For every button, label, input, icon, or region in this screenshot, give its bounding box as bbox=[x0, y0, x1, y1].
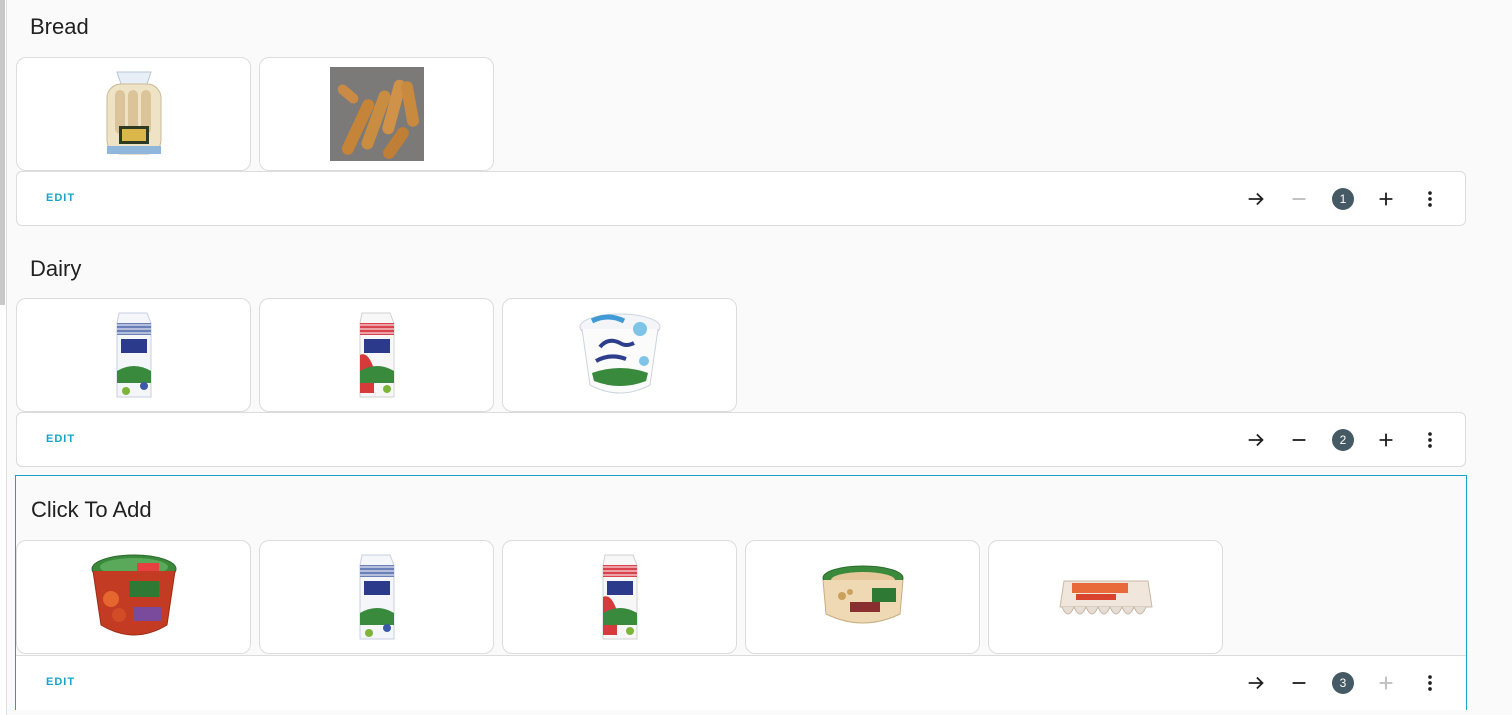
plus-icon[interactable] bbox=[1373, 427, 1399, 453]
more-vert-icon[interactable] bbox=[1417, 186, 1443, 212]
section-dairy: Dairy EDIT 2 bbox=[15, 242, 1467, 469]
section-action-bar: EDIT 3 bbox=[16, 655, 1466, 710]
minus-icon[interactable] bbox=[1286, 427, 1312, 453]
milk-carton-red-image bbox=[359, 312, 394, 398]
product-tile[interactable] bbox=[16, 57, 251, 171]
product-tile[interactable] bbox=[259, 540, 494, 654]
egg-carton-image bbox=[1058, 580, 1153, 615]
product-tile[interactable] bbox=[502, 298, 737, 412]
section-title: Click To Add bbox=[31, 497, 152, 522]
edit-button[interactable]: EDIT bbox=[46, 676, 75, 688]
edit-button[interactable]: EDIT bbox=[46, 192, 75, 204]
product-tile[interactable] bbox=[16, 540, 251, 654]
section-action-bar: EDIT 2 bbox=[16, 412, 1466, 467]
more-vert-icon[interactable] bbox=[1417, 427, 1443, 453]
more-vert-icon[interactable] bbox=[1417, 670, 1443, 696]
bread-bag-image bbox=[106, 71, 161, 155]
product-tile[interactable] bbox=[259, 298, 494, 412]
quantity-badge: 2 bbox=[1332, 429, 1354, 451]
plus-icon[interactable] bbox=[1373, 186, 1399, 212]
product-tile[interactable] bbox=[502, 540, 737, 654]
milk-carton-blue-image bbox=[359, 554, 394, 640]
minus-icon[interactable] bbox=[1286, 186, 1312, 212]
section-title: Dairy bbox=[30, 256, 82, 281]
arrow-forward-icon[interactable] bbox=[1243, 186, 1269, 212]
quantity-badge: 3 bbox=[1332, 672, 1354, 694]
product-tile[interactable] bbox=[259, 57, 494, 171]
section-bread: Bread EDIT 1 bbox=[15, 0, 1467, 227]
arrow-forward-icon[interactable] bbox=[1243, 427, 1269, 453]
milk-carton-blue-image bbox=[116, 312, 151, 398]
quantity-badge: 1 bbox=[1332, 188, 1354, 210]
section-action-bar: EDIT 1 bbox=[16, 171, 1466, 226]
arrow-forward-icon[interactable] bbox=[1243, 670, 1269, 696]
section-title: Bread bbox=[30, 14, 89, 39]
product-tile[interactable] bbox=[745, 540, 980, 654]
edit-button[interactable]: EDIT bbox=[46, 433, 75, 445]
product-tile[interactable] bbox=[16, 298, 251, 412]
plus-icon[interactable] bbox=[1373, 670, 1399, 696]
scrollbar-thumb[interactable] bbox=[0, 0, 5, 305]
cottage-cheese-tub-image bbox=[579, 313, 660, 394]
tomato-salad-tub-image bbox=[91, 554, 176, 636]
milk-carton-red-image bbox=[602, 554, 637, 640]
left-scrollbar[interactable] bbox=[0, 0, 7, 715]
hummus-tub-image bbox=[822, 565, 903, 624]
minus-icon[interactable] bbox=[1286, 670, 1312, 696]
product-tile[interactable] bbox=[988, 540, 1223, 654]
baguettes-image bbox=[329, 67, 424, 161]
section-click-to-add: Click To Add EDIT 3 bbox=[15, 475, 1467, 710]
